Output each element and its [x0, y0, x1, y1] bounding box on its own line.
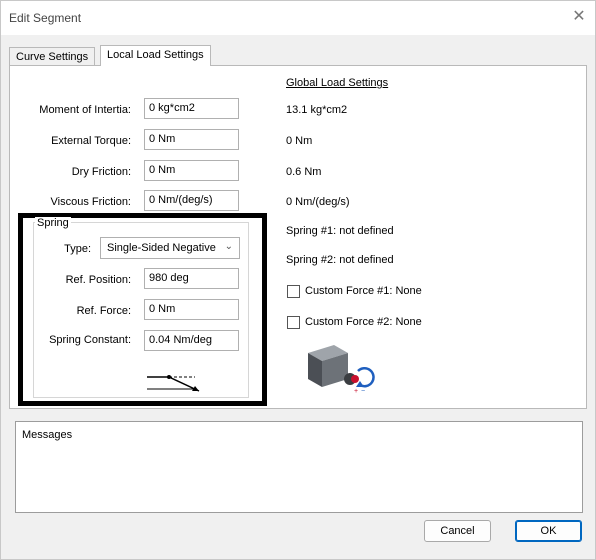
torque-label: External Torque:: [51, 135, 131, 147]
moment-of-inertia-input[interactable]: 0 kg*cm2: [144, 98, 239, 119]
messages-label: Messages: [22, 429, 73, 441]
tab-curve-settings[interactable]: Curve Settings: [9, 47, 96, 65]
spring-type-label: Type:: [64, 243, 91, 255]
custom-force-2-label: Custom Force #2: None: [305, 316, 422, 328]
cancel-button[interactable]: Cancel: [424, 520, 491, 542]
dry-friction-input[interactable]: 0 Nm: [144, 160, 239, 181]
edit-segment-dialog: Edit Segment ✕ Curve Settings Local Load…: [0, 0, 596, 560]
spring-group-title: Spring: [35, 217, 71, 229]
viscous-friction-label: Viscous Friction:: [50, 196, 132, 208]
svg-text:+: +: [354, 388, 358, 395]
global-moment-value: 13.1 kg*cm2: [286, 104, 348, 116]
svg-text:−: −: [361, 388, 365, 395]
custom-force-1-checkbox[interactable]: [287, 285, 300, 298]
dry-friction-label: Dry Friction:: [71, 166, 131, 178]
spring-constant-input[interactable]: 0.04 Nm/deg: [144, 330, 239, 351]
spring-diagram-icon: [147, 375, 200, 392]
ref-position-input[interactable]: 980 deg: [144, 268, 239, 289]
global-viscous-friction-value: 0 Nm/(deg/s): [286, 196, 350, 208]
spring-type-select[interactable]: Single-Sided Negative ⌄: [100, 237, 240, 259]
moment-label: Moment of Intertia:: [39, 104, 131, 116]
spring-constant-label: Spring Constant:: [49, 334, 131, 346]
tab-local-load-settings[interactable]: Local Load Settings: [100, 45, 211, 66]
ok-button[interactable]: OK: [515, 520, 582, 542]
title-bar: Edit Segment ✕: [1, 1, 595, 35]
viscous-friction-input[interactable]: 0 Nm/(deg/s): [144, 190, 239, 211]
window-title: Edit Segment: [9, 11, 82, 25]
spring-type-value: Single-Sided Negative: [107, 242, 216, 254]
spring1-status: Spring #1: not defined: [286, 225, 394, 237]
global-torque-value: 0 Nm: [286, 135, 313, 147]
custom-force-1-label: Custom Force #1: None: [305, 285, 422, 297]
messages-panel[interactable]: Messages: [15, 421, 583, 513]
motor-icon: + −: [308, 345, 375, 395]
global-load-settings-heading: Global Load Settings: [286, 77, 389, 89]
custom-force-2-checkbox[interactable]: [287, 316, 300, 329]
ref-position-label: Ref. Position:: [65, 274, 131, 286]
close-icon[interactable]: ✕: [569, 7, 589, 27]
ref-force-label: Ref. Force:: [76, 305, 131, 317]
chevron-down-icon: ⌄: [224, 241, 233, 252]
ref-force-input[interactable]: 0 Nm: [144, 299, 239, 320]
spring2-status: Spring #2: not defined: [286, 254, 394, 266]
external-torque-input[interactable]: 0 Nm: [144, 129, 239, 150]
global-dry-friction-value: 0.6 Nm: [286, 166, 322, 178]
